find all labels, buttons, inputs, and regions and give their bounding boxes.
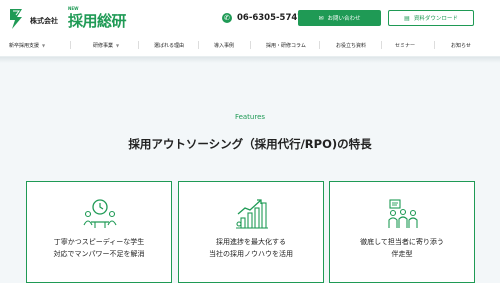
nav-item-seminar[interactable]: セミナー	[395, 38, 415, 52]
nav-item-label: セミナー	[395, 42, 416, 49]
feature-card-text: 徹底して担当者に寄り添う 伴走型	[330, 236, 474, 260]
nav-divider	[70, 41, 71, 49]
logo-mark-icon	[10, 9, 22, 29]
nav-divider	[381, 41, 382, 49]
contact-button[interactable]: ✉ お問い合わせ	[298, 10, 381, 26]
meeting-clock-icon	[83, 199, 117, 228]
nav-divider	[138, 41, 139, 49]
feature-card-line: 採用進捗を最大化する	[216, 238, 286, 246]
mail-icon: ✉	[318, 14, 324, 22]
contact-button-label: お問い合わせ	[327, 16, 361, 22]
feature-card-line: 徹底して担当者に寄り添う	[360, 238, 444, 246]
feature-card-line: 伴走型	[391, 250, 413, 258]
chevron-down-icon: ▼	[116, 42, 120, 48]
nav-item-news[interactable]: お知らせ	[451, 38, 471, 52]
nav-item-label: 選ばれる理由	[154, 42, 185, 49]
nav-item-training[interactable]: 研修事業 ▼	[93, 38, 119, 52]
chevron-down-icon: ▼	[42, 42, 46, 48]
nav-item-case-studies[interactable]: 導入事例	[214, 38, 234, 52]
nav-item-resources[interactable]: お役立ち資料	[336, 38, 366, 52]
nav-item-label: 新卒採用支援	[9, 42, 40, 49]
feature-card-student-response: 丁寧かつスピーディーな学生 対応でマンパワー不足を解消	[26, 181, 172, 283]
document-download-label: 資料ダウンロード	[413, 16, 458, 22]
nav-item-label: 導入事例	[214, 42, 235, 49]
document-download-button[interactable]: ▤ 資料ダウンロード	[388, 10, 474, 26]
header-shadow	[0, 57, 500, 63]
feature-card-text: 採用進捗を最大化する 当社の採用ノウハウを活用	[179, 236, 323, 260]
nav-divider	[198, 41, 199, 49]
section-label: Features	[234, 113, 266, 121]
feature-card-line: 当社の採用ノウハウを活用	[209, 250, 293, 258]
site-header: 株式会社 NEW 採用総研 ✆ 06-6305-5747 ✉ お問い合わせ ▤ …	[0, 0, 500, 57]
nav-item-new-graduate[interactable]: 新卒採用支援 ▼	[9, 38, 45, 52]
logo-company-type: 株式会社	[30, 17, 58, 25]
nav-divider	[434, 41, 435, 49]
phone-icon: ✆	[222, 13, 232, 23]
logo-company-name: 採用総研	[68, 12, 127, 30]
growth-chart-icon	[236, 199, 268, 229]
team-support-icon	[388, 199, 418, 228]
feature-card-progress: 採用進捗を最大化する 当社の採用ノウハウを活用	[178, 181, 324, 283]
nav-item-label: 採用・研修コラム	[266, 42, 306, 49]
company-logo[interactable]: 株式会社 NEW 採用総研	[8, 6, 128, 31]
feature-card-line: 対応でマンパワー不足を解消	[53, 250, 145, 258]
nav-divider	[250, 41, 251, 49]
nav-item-label: お役立ち資料	[336, 42, 367, 49]
nav-item-column[interactable]: 採用・研修コラム	[266, 38, 306, 52]
phone-number: 06-6305-5747	[237, 13, 304, 23]
feature-card-line: 丁寧かつスピーディーな学生	[53, 238, 145, 246]
nav-item-label: お知らせ	[451, 42, 471, 49]
nav-divider	[319, 41, 320, 49]
phone-contact[interactable]: ✆ 06-6305-5747	[222, 11, 303, 25]
feature-card-support: 徹底して担当者に寄り添う 伴走型	[329, 181, 475, 283]
nav-item-reasons[interactable]: 選ばれる理由	[154, 38, 184, 52]
section-heading: 採用アウトソーシング（採用代行/RPO)の特長	[128, 137, 372, 151]
main-navigation: 新卒採用支援 ▼ 研修事業 ▼ 選ばれる理由 導入事例 採用・研修コラム お役立…	[0, 38, 500, 52]
feature-card-text: 丁寧かつスピーディーな学生 対応でマンパワー不足を解消	[27, 236, 171, 260]
document-icon: ▤	[404, 14, 410, 22]
nav-item-label: 研修事業	[93, 42, 114, 49]
